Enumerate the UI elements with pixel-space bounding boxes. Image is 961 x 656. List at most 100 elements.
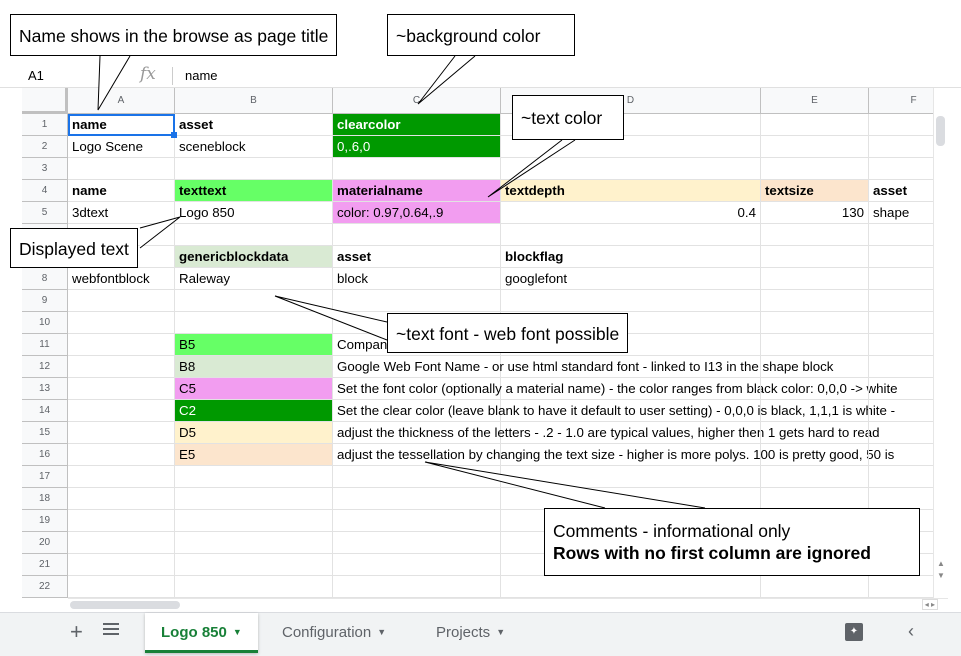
cell-d17[interactable] bbox=[501, 466, 761, 488]
cell-e16[interactable] bbox=[761, 444, 869, 466]
cell-e2[interactable] bbox=[761, 136, 869, 158]
cell-b6[interactable] bbox=[175, 224, 333, 246]
cell-c5[interactable]: color: 0.97,0.64,.9 bbox=[333, 202, 501, 224]
cell-c14[interactable]: Set the clear color (leave blank to have… bbox=[333, 400, 895, 422]
name-box[interactable]: A1 bbox=[28, 68, 44, 83]
cell-e15[interactable] bbox=[761, 422, 869, 444]
cell-b3[interactable] bbox=[175, 158, 333, 180]
row-header[interactable]: 5 bbox=[22, 202, 68, 224]
row-header[interactable]: 11 bbox=[22, 334, 68, 356]
cell-b9[interactable] bbox=[175, 290, 333, 312]
column-header[interactable]: F bbox=[869, 88, 933, 114]
cell-b1[interactable]: asset bbox=[175, 114, 333, 136]
cell-e7[interactable] bbox=[761, 246, 869, 268]
cell-f10[interactable] bbox=[869, 312, 933, 334]
cell-a20[interactable] bbox=[68, 532, 175, 554]
cell-a22[interactable] bbox=[68, 576, 175, 598]
cell-f3[interactable] bbox=[869, 158, 933, 180]
add-sheet-icon[interactable]: + bbox=[70, 621, 83, 643]
cell-c13[interactable]: Set the font color (optionally a materia… bbox=[333, 378, 898, 400]
cell-f13[interactable] bbox=[869, 378, 933, 400]
cell-c7[interactable]: asset bbox=[333, 246, 501, 268]
cell-a18[interactable] bbox=[68, 488, 175, 510]
cell-f5[interactable]: shape bbox=[869, 202, 933, 224]
cell-a9[interactable] bbox=[68, 290, 175, 312]
cell-d22[interactable] bbox=[501, 576, 761, 598]
row-header[interactable]: 17 bbox=[22, 466, 68, 488]
horizontal-scrollbar[interactable]: ◂ ▸ bbox=[68, 598, 948, 610]
vertical-scrollbar[interactable]: ▲ ▼ bbox=[933, 88, 947, 598]
cell-a12[interactable] bbox=[68, 356, 175, 378]
cell-f16[interactable] bbox=[869, 444, 933, 466]
cell-f1[interactable] bbox=[869, 114, 933, 136]
collapse-icon[interactable]: ‹ bbox=[908, 621, 914, 642]
row-header[interactable]: 21 bbox=[22, 554, 68, 576]
cell-c6[interactable] bbox=[333, 224, 501, 246]
cell-e13[interactable] bbox=[761, 378, 869, 400]
cell-f4[interactable]: asset bbox=[869, 180, 933, 202]
cell-b4[interactable]: texttext bbox=[175, 180, 333, 202]
cell-b20[interactable] bbox=[175, 532, 333, 554]
cell-d15[interactable] bbox=[501, 422, 761, 444]
formula-input[interactable]: name bbox=[185, 68, 218, 83]
cell-d3[interactable] bbox=[501, 158, 761, 180]
row-header[interactable]: 2 bbox=[22, 136, 68, 158]
cell-e18[interactable] bbox=[761, 488, 869, 510]
cell-c2[interactable]: 0,.6,0 bbox=[333, 136, 501, 158]
cell-e9[interactable] bbox=[761, 290, 869, 312]
row-header[interactable]: 15 bbox=[22, 422, 68, 444]
cell-b19[interactable] bbox=[175, 510, 333, 532]
tab-logo-850[interactable]: Logo 850 ▼ bbox=[145, 613, 258, 653]
cell-f9[interactable] bbox=[869, 290, 933, 312]
row-header[interactable]: 16 bbox=[22, 444, 68, 466]
cell-e22[interactable] bbox=[761, 576, 869, 598]
cell-e6[interactable] bbox=[761, 224, 869, 246]
cell-a19[interactable] bbox=[68, 510, 175, 532]
row-header[interactable]: 3 bbox=[22, 158, 68, 180]
cell-c9[interactable] bbox=[333, 290, 501, 312]
row-header[interactable]: 9 bbox=[22, 290, 68, 312]
cell-c1[interactable]: clearcolor bbox=[333, 114, 501, 136]
cell-b5[interactable]: Logo 850 bbox=[175, 202, 333, 224]
all-sheets-icon[interactable] bbox=[103, 623, 119, 637]
cell-b7[interactable]: genericblockdata bbox=[175, 246, 333, 268]
select-all-corner[interactable] bbox=[22, 88, 68, 114]
cell-b15[interactable]: D5 bbox=[175, 422, 333, 444]
cell-e4[interactable]: textsize bbox=[761, 180, 869, 202]
cell-d14[interactable] bbox=[501, 400, 761, 422]
cell-f14[interactable] bbox=[869, 400, 933, 422]
cell-c3[interactable] bbox=[333, 158, 501, 180]
selection-handle[interactable] bbox=[171, 132, 177, 138]
cell-c17[interactable] bbox=[333, 466, 501, 488]
cell-a16[interactable] bbox=[68, 444, 175, 466]
cell-d16[interactable] bbox=[501, 444, 761, 466]
cell-d9[interactable] bbox=[501, 290, 761, 312]
row-header[interactable]: 1 bbox=[22, 114, 68, 136]
cell-f11[interactable] bbox=[869, 334, 933, 356]
cell-a21[interactable] bbox=[68, 554, 175, 576]
cell-e12[interactable] bbox=[761, 356, 869, 378]
cell-d13[interactable] bbox=[501, 378, 761, 400]
vertical-scroll-thumb[interactable] bbox=[936, 116, 945, 146]
row-header[interactable]: 10 bbox=[22, 312, 68, 334]
horizontal-scroll-arrows[interactable]: ◂ ▸ bbox=[921, 599, 938, 610]
cell-d4[interactable]: textdepth bbox=[501, 180, 761, 202]
cell-a11[interactable] bbox=[68, 334, 175, 356]
cell-e3[interactable] bbox=[761, 158, 869, 180]
column-header[interactable]: A bbox=[68, 88, 175, 114]
tab-configuration[interactable]: Configuration ▼ bbox=[266, 613, 402, 653]
cell-e1[interactable] bbox=[761, 114, 869, 136]
cell-d8[interactable]: googlefont bbox=[501, 268, 761, 290]
cell-b8[interactable]: Raleway bbox=[175, 268, 333, 290]
cell-d5[interactable]: 0.4 bbox=[501, 202, 761, 224]
cell-c18[interactable] bbox=[333, 488, 501, 510]
cell-b22[interactable] bbox=[175, 576, 333, 598]
cell-a13[interactable] bbox=[68, 378, 175, 400]
cell-c20[interactable] bbox=[333, 532, 501, 554]
cell-f7[interactable] bbox=[869, 246, 933, 268]
row-header[interactable]: 12 bbox=[22, 356, 68, 378]
cell-a5[interactable]: 3dtext bbox=[68, 202, 175, 224]
cell-d18[interactable] bbox=[501, 488, 761, 510]
cell-e5[interactable]: 130 bbox=[761, 202, 869, 224]
cell-c21[interactable] bbox=[333, 554, 501, 576]
